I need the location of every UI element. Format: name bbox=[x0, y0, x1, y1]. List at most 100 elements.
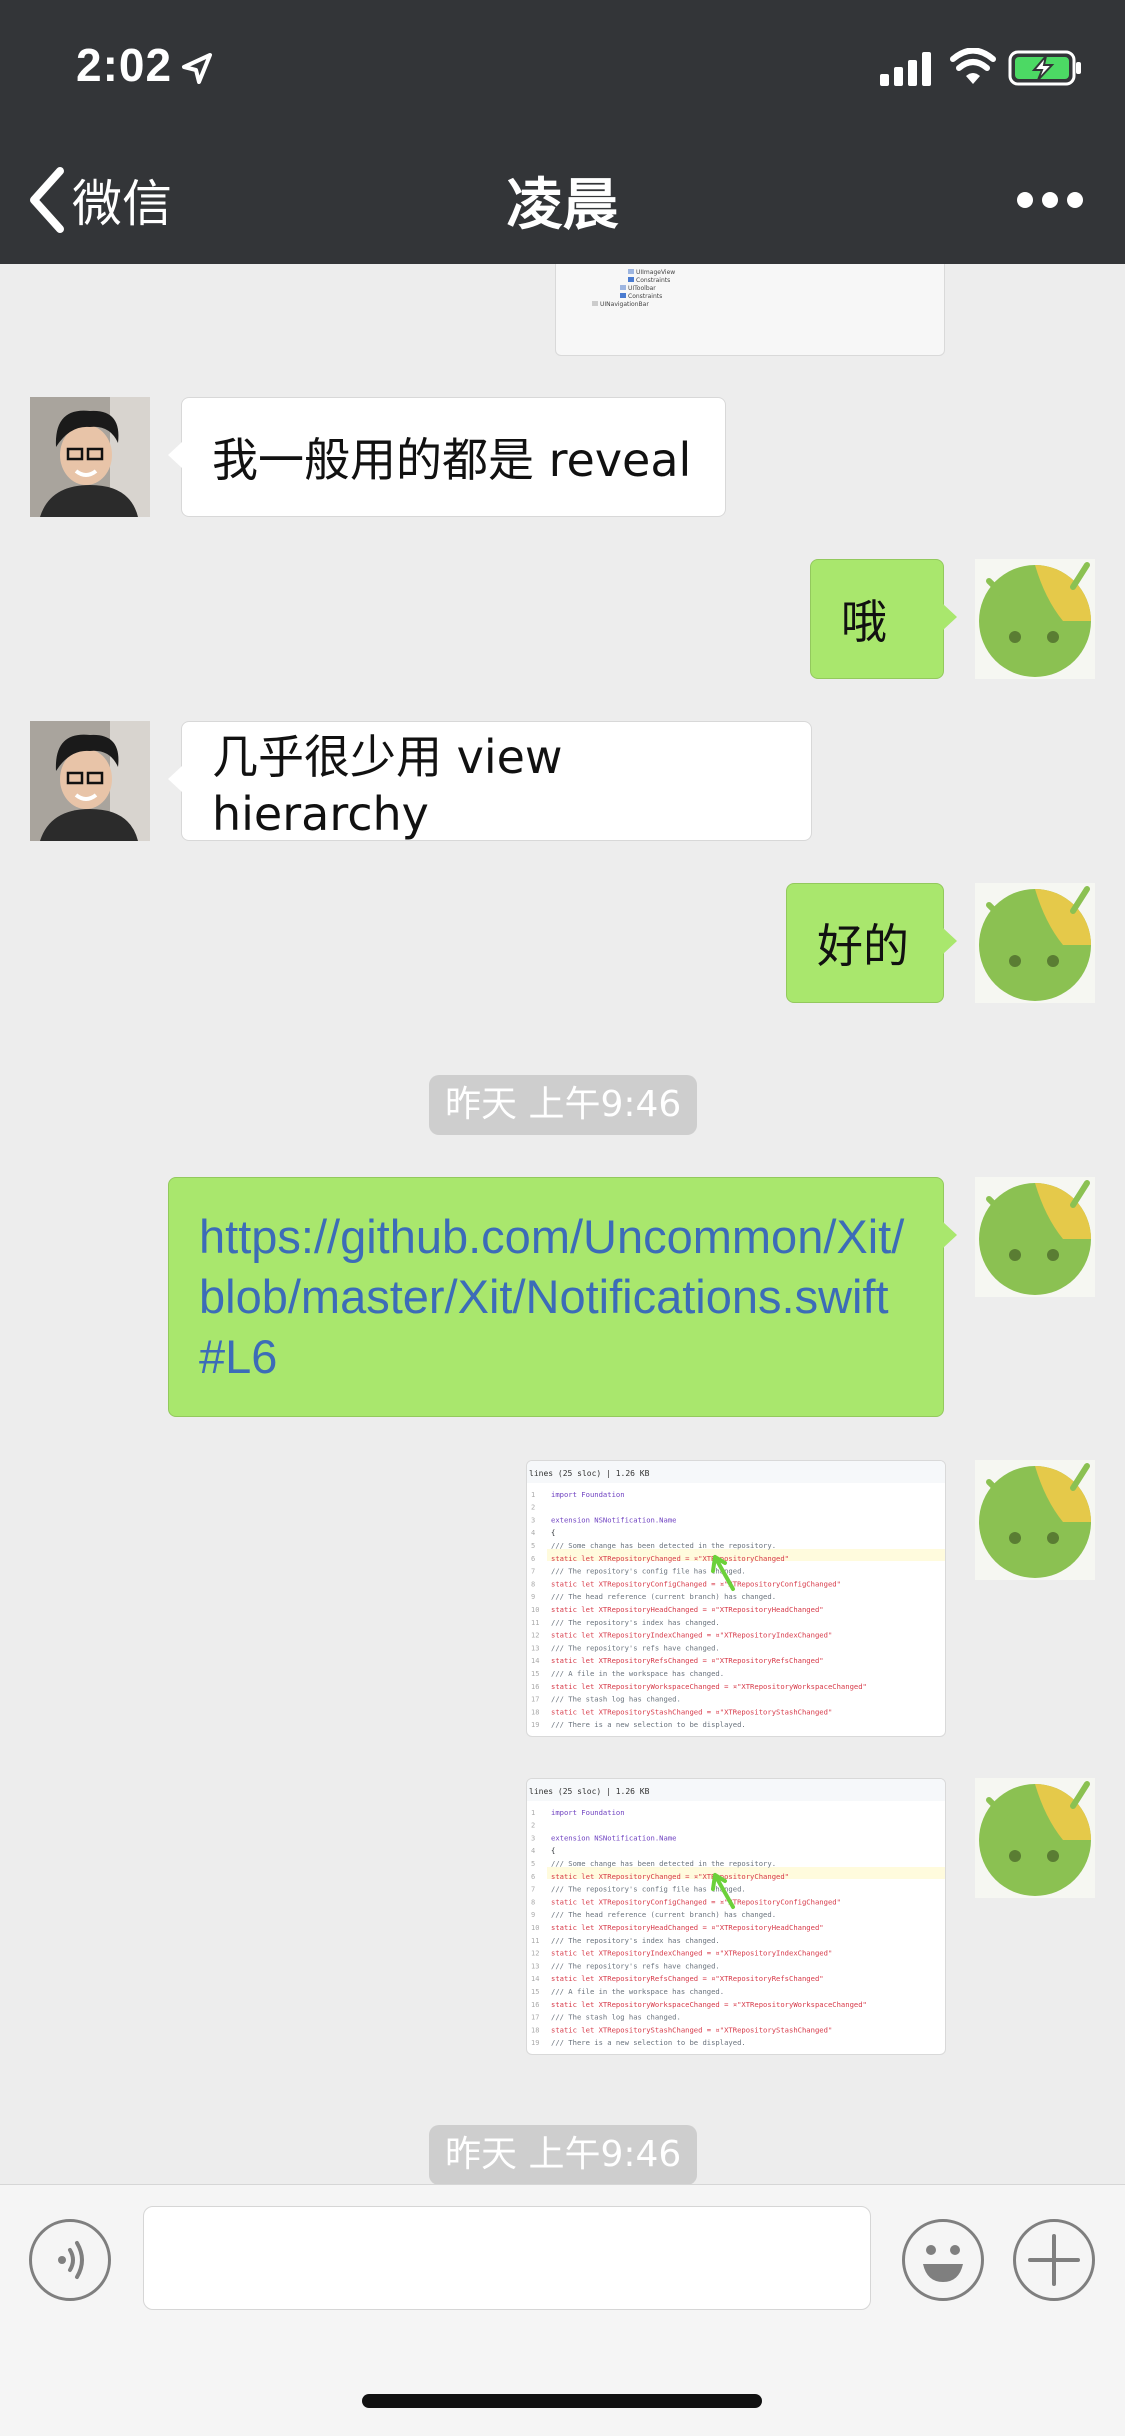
message-link[interactable]: https://github.com/Uncommon/Xit/blob/mas… bbox=[199, 1207, 913, 1387]
voice-input-button[interactable] bbox=[29, 2219, 111, 2301]
line-number: 1 bbox=[531, 1491, 535, 1499]
line-number: 18 bbox=[531, 1708, 539, 1716]
code-line: static let XTRepositoryRefsChanged = ¤"X… bbox=[551, 1974, 824, 1983]
line-number: 12 bbox=[531, 1950, 539, 1958]
code-preview: lines (25 sloc) | 1.26 KB 1 import Foundat… bbox=[527, 1779, 945, 2047]
more-options-icon[interactable] bbox=[1015, 190, 1085, 210]
code-line: /// The repository's refs have changed. bbox=[551, 1961, 720, 1970]
green-bug-avatar-icon bbox=[979, 1463, 1091, 1578]
friend-avatar[interactable] bbox=[30, 721, 150, 841]
message-bubble-incoming[interactable]: 我一般用的都是 reveal bbox=[168, 397, 726, 517]
friend-photo-icon bbox=[30, 721, 150, 841]
code-line: /// There is a new selection to be displ… bbox=[551, 1720, 746, 1729]
message-text: 哦 bbox=[841, 595, 887, 649]
code-header: lines (25 sloc) | 1.26 KB bbox=[529, 1787, 650, 1796]
code-line: import Foundation bbox=[551, 1808, 625, 1817]
line-number: 11 bbox=[531, 1619, 539, 1627]
code-line: /// The repository's refs have changed. bbox=[551, 1643, 720, 1652]
message-text-field[interactable] bbox=[143, 2206, 871, 2310]
line-number: 11 bbox=[531, 1937, 539, 1945]
tree-node: UIImageView bbox=[636, 269, 675, 276]
view-tree-preview: UIImageView Constraints UIToolbar Constr… bbox=[592, 269, 675, 308]
line-number: 8 bbox=[531, 1898, 535, 1906]
message-bubble-outgoing[interactable]: 好的 bbox=[786, 883, 957, 1003]
line-number: 10 bbox=[531, 1606, 539, 1614]
friend-photo-icon bbox=[30, 397, 150, 517]
code-line: static let XTRepositoryWorkspaceChanged … bbox=[551, 2000, 867, 2009]
link-message-bubble[interactable]: https://github.com/Uncommon/Xit/blob/mas… bbox=[168, 1177, 957, 1417]
code-line: static let XTRepositoryConfigChanged = ¤… bbox=[551, 1897, 841, 1906]
line-number: 17 bbox=[531, 1696, 539, 1704]
message-bubble-outgoing[interactable]: 哦 bbox=[810, 559, 957, 679]
code-line: static let XTRepositoryHeadChanged = ¤"X… bbox=[551, 1923, 824, 1932]
line-number: 14 bbox=[531, 1975, 539, 1983]
code-line: static let XTRepositoryRefsChanged = ¤"X… bbox=[551, 1656, 824, 1665]
code-line: /// The head reference (current branch) … bbox=[551, 1592, 776, 1601]
self-avatar[interactable] bbox=[975, 883, 1095, 1003]
line-number: 16 bbox=[531, 2001, 539, 2009]
home-indicator[interactable] bbox=[362, 2394, 762, 2408]
code-line: /// The stash log has changed. bbox=[551, 1695, 681, 1704]
code-line: static let XTRepositoryIndexChanged = ¤"… bbox=[551, 1949, 832, 1958]
image-message-code-screenshot[interactable]: lines (25 sloc) | 1.26 KB 1 import Foundat… bbox=[526, 1778, 946, 2055]
cellular-signal-icon bbox=[880, 52, 931, 86]
self-avatar[interactable] bbox=[975, 1460, 1095, 1580]
code-line: { bbox=[551, 1846, 555, 1855]
voice-icon bbox=[58, 2241, 84, 2279]
line-number: 7 bbox=[531, 1886, 535, 1894]
code-line: /// Some change has been detected in the… bbox=[551, 1541, 776, 1550]
self-avatar[interactable] bbox=[975, 1177, 1095, 1297]
code-line: /// A file in the workspace has changed. bbox=[551, 1987, 724, 1996]
code-line: /// Some change has been detected in the… bbox=[551, 1859, 776, 1868]
code-line: static let XTRepositoryWorkspaceChanged … bbox=[551, 1682, 867, 1691]
chat-message-list[interactable]: UIImageView Constraints UIToolbar Constr… bbox=[0, 264, 1125, 2184]
friend-avatar[interactable] bbox=[30, 397, 150, 517]
code-header: lines (25 sloc) | 1.26 KB bbox=[529, 1469, 650, 1478]
green-bug-avatar-icon bbox=[979, 562, 1091, 677]
line-number: 10 bbox=[531, 1924, 539, 1932]
chat-title: 凌晨 bbox=[506, 173, 619, 238]
line-number: 4 bbox=[531, 1847, 535, 1855]
line-number: 5 bbox=[531, 1860, 535, 1868]
line-number: 9 bbox=[531, 1593, 535, 1601]
code-line: static let XTRepositoryConfigChanged = ¤… bbox=[551, 1579, 841, 1588]
tree-node: UIToolbar bbox=[628, 285, 656, 292]
line-number: 5 bbox=[531, 1542, 535, 1550]
message-bubble-incoming[interactable]: 几乎很少用 view hierarchy bbox=[168, 721, 812, 841]
code-line: static let XTRepositoryStashChanged = ¤"… bbox=[551, 1707, 832, 1716]
plus-icon bbox=[1028, 2234, 1080, 2286]
wifi-icon bbox=[950, 48, 996, 84]
code-line: extension NSNotification.Name bbox=[551, 1515, 677, 1524]
code-line: static let XTRepositoryChanged = ¤"XTRep… bbox=[551, 1554, 789, 1563]
line-number: 2 bbox=[531, 1822, 535, 1830]
code-preview: lines (25 sloc) | 1.26 KB 1 import Foundat… bbox=[527, 1461, 945, 1729]
line-number: 15 bbox=[531, 1670, 539, 1678]
code-line: /// The repository's config file has cha… bbox=[551, 1567, 746, 1576]
code-line: /// The stash log has changed. bbox=[551, 2013, 681, 2022]
line-number: 14 bbox=[531, 1657, 539, 1665]
code-line: extension NSNotification.Name bbox=[551, 1833, 677, 1842]
code-line: static let XTRepositoryIndexChanged = ¤"… bbox=[551, 1631, 832, 1640]
code-line: { bbox=[551, 1528, 555, 1537]
line-number: 4 bbox=[531, 1529, 535, 1537]
image-message-partial[interactable]: UIImageView Constraints UIToolbar Constr… bbox=[555, 264, 945, 356]
self-avatar[interactable] bbox=[975, 1778, 1095, 1898]
code-line: /// The repository's config file has cha… bbox=[551, 1885, 746, 1894]
code-line: static let XTRepositoryChanged = ¤"XTRep… bbox=[551, 1872, 789, 1881]
code-line: static let XTRepositoryHeadChanged = ¤"X… bbox=[551, 1605, 824, 1614]
line-number: 18 bbox=[531, 2026, 539, 2034]
more-functions-button[interactable] bbox=[1013, 2219, 1095, 2301]
green-bug-avatar-icon bbox=[979, 1781, 1091, 1896]
image-message-code-screenshot[interactable]: lines (25 sloc) | 1.26 KB 1 import Foundat… bbox=[526, 1460, 946, 1737]
line-number: 2 bbox=[531, 1504, 535, 1512]
battery-charging-icon bbox=[1008, 50, 1081, 86]
self-avatar[interactable] bbox=[975, 559, 1095, 679]
code-line: /// There is a new selection to be displ… bbox=[551, 2038, 746, 2047]
timestamp: 昨天 上午9:46 bbox=[429, 2125, 698, 2184]
smiley-face-icon bbox=[923, 2245, 963, 2282]
status-time: 2:02 bbox=[76, 39, 173, 91]
line-number: 15 bbox=[531, 1988, 539, 1996]
emoji-button[interactable] bbox=[902, 2219, 984, 2301]
tree-node: Constraints bbox=[636, 277, 670, 284]
message-input-bar bbox=[0, 2184, 1125, 2335]
